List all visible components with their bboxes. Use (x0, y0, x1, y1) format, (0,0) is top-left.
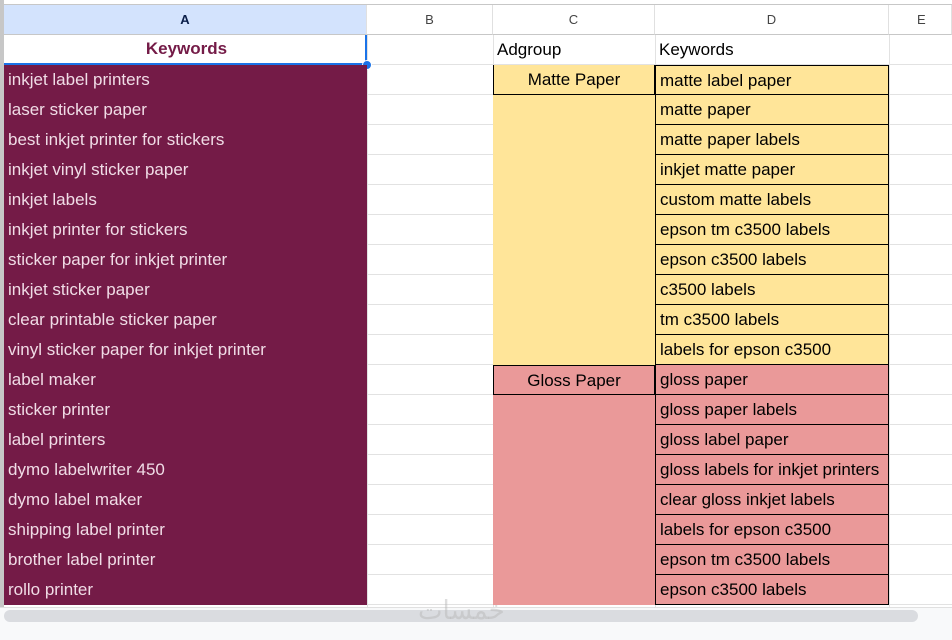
column-gridline (367, 35, 368, 607)
adgroup-empty-cell[interactable] (493, 485, 655, 515)
keyword-cell[interactable]: inkjet label printers (4, 65, 367, 95)
adgroup-empty-cell[interactable] (493, 95, 655, 125)
keywords-header-cell[interactable]: Keywords (4, 35, 367, 65)
adgroup-empty-cell[interactable] (493, 215, 655, 245)
adgroup-keyword-cell[interactable]: tm c3500 labels (655, 305, 889, 335)
adgroup-empty-cell[interactable] (493, 185, 655, 215)
adgroup-keyword-cell[interactable]: epson tm c3500 labels (655, 545, 889, 575)
keywords-d-header-cell[interactable]: Keywords (655, 35, 889, 65)
watermark-logo: خمسات (418, 596, 505, 626)
adgroup-keyword-cell[interactable]: labels for epson c3500 (655, 335, 889, 365)
adgroup-keyword-cell[interactable]: custom matte labels (655, 185, 889, 215)
adgroup-keyword-cell[interactable]: labels for epson c3500 (655, 515, 889, 545)
keyword-cell[interactable]: dymo label maker (4, 485, 367, 515)
column-header-b[interactable]: B (367, 5, 493, 35)
keyword-cell[interactable]: inkjet vinyl sticker paper (4, 155, 367, 185)
keyword-cell[interactable]: inkjet printer for stickers (4, 215, 367, 245)
adgroup-keyword-cell[interactable]: c3500 labels (655, 275, 889, 305)
keyword-cell[interactable]: inkjet labels (4, 185, 367, 215)
column-header-a[interactable]: A (4, 5, 367, 35)
adgroup-empty-cell[interactable] (493, 395, 655, 425)
adgroup-empty-cell[interactable] (493, 125, 655, 155)
adgroup-keyword-cell[interactable]: epson c3500 labels (655, 245, 889, 275)
adgroup-empty-cell[interactable] (493, 335, 655, 365)
column-header-e[interactable]: E (889, 5, 952, 35)
adgroup-cell[interactable]: Gloss Paper (493, 365, 655, 395)
adgroup-empty-cell[interactable] (493, 155, 655, 185)
keyword-cell[interactable]: vinyl sticker paper for inkjet printer (4, 335, 367, 365)
adgroup-keyword-cell[interactable]: matte paper (655, 95, 889, 125)
adgroup-empty-cell[interactable] (493, 245, 655, 275)
adgroup-keyword-cell[interactable]: inkjet matte paper (655, 155, 889, 185)
adgroup-header-cell[interactable]: Adgroup (493, 35, 655, 65)
keyword-cell[interactable]: label maker (4, 365, 367, 395)
keyword-cell[interactable]: label printers (4, 425, 367, 455)
adgroup-keyword-cell[interactable]: clear gloss inkjet labels (655, 485, 889, 515)
adgroup-empty-cell[interactable] (493, 455, 655, 485)
adgroup-keyword-cell[interactable]: gloss paper labels (655, 395, 889, 425)
keyword-cell[interactable]: inkjet sticker paper (4, 275, 367, 305)
keyword-cell[interactable]: laser sticker paper (4, 95, 367, 125)
adgroup-keyword-cell[interactable]: epson tm c3500 labels (655, 215, 889, 245)
keyword-cell[interactable]: best inkjet printer for stickers (4, 125, 367, 155)
column-header-d[interactable]: D (655, 5, 889, 35)
keyword-cell[interactable]: clear printable sticker paper (4, 305, 367, 335)
adgroup-empty-cell[interactable] (493, 575, 655, 605)
keyword-cell[interactable]: sticker paper for inkjet printer (4, 245, 367, 275)
keyword-cell[interactable]: shipping label printer (4, 515, 367, 545)
adgroup-empty-cell[interactable] (493, 545, 655, 575)
keyword-cell[interactable]: rollo printer (4, 575, 367, 605)
adgroup-keyword-cell[interactable]: matte label paper (655, 65, 889, 95)
adgroup-empty-cell[interactable] (493, 515, 655, 545)
adgroup-keyword-cell[interactable]: gloss label paper (655, 425, 889, 455)
adgroup-empty-cell[interactable] (493, 305, 655, 335)
adgroup-empty-cell[interactable] (493, 425, 655, 455)
adgroup-empty-cell[interactable] (493, 275, 655, 305)
column-header-c[interactable]: C (493, 5, 655, 35)
adgroup-cell[interactable]: Matte Paper (493, 65, 655, 95)
adgroup-keyword-cell[interactable]: gloss labels for inkjet printers (655, 455, 889, 485)
keyword-cell[interactable]: dymo labelwriter 450 (4, 455, 367, 485)
adgroup-keyword-cell[interactable]: epson c3500 labels (655, 575, 889, 605)
keyword-cell[interactable]: sticker printer (4, 395, 367, 425)
column-gridline (889, 35, 890, 607)
adgroup-keyword-cell[interactable]: matte paper labels (655, 125, 889, 155)
keyword-cell[interactable]: brother label printer (4, 545, 367, 575)
adgroup-keyword-cell[interactable]: gloss paper (655, 365, 889, 395)
